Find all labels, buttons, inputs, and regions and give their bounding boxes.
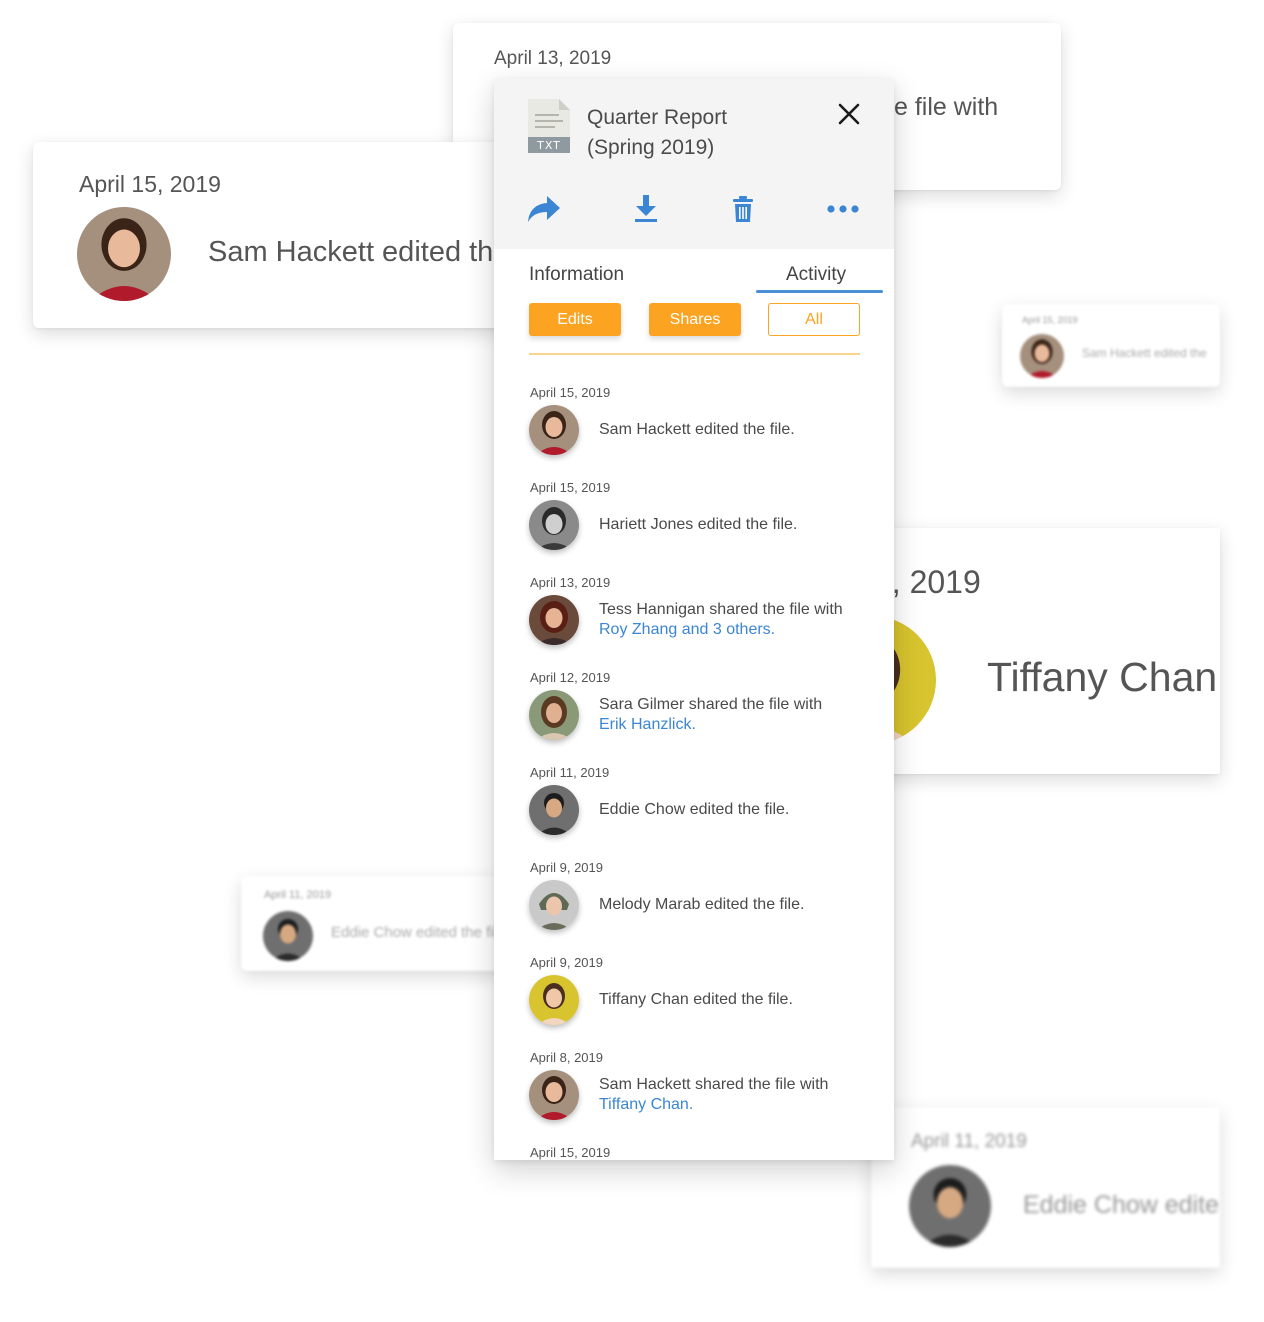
list-item[interactable]: April 15, 2019 Hariett Jones edited the … xyxy=(494,472,894,567)
card-text: e file with xyxy=(894,93,999,121)
download-button[interactable] xyxy=(626,189,666,229)
activity-text: Sam Hackett edited the file. xyxy=(599,421,795,438)
list-item[interactable]: April 12, 2019 Sara Gilmer shared the fi… xyxy=(494,662,894,757)
more-icon xyxy=(827,205,859,213)
background-activity-card: 9, 2019 Tiffany Chan xyxy=(878,528,1220,774)
stage: April 13, 2019 e file with April 15, 201… xyxy=(0,0,1264,1322)
title-line: (Spring 2019) xyxy=(587,136,715,159)
avatar xyxy=(529,690,579,740)
avatar xyxy=(529,880,579,930)
delete-button[interactable] xyxy=(723,189,763,229)
more-options-button[interactable] xyxy=(823,189,863,229)
activity-description: Tess Hannigan shared the file with xyxy=(599,601,843,618)
close-icon xyxy=(838,103,860,125)
list-item[interactable]: April 11, 2019 Eddie Chow edited the fil… xyxy=(494,757,894,852)
card-date: April 13, 2019 xyxy=(494,48,612,69)
card-text: Eddie Chow edite xyxy=(1023,1191,1219,1219)
avatar xyxy=(263,911,313,961)
filter-shares-button[interactable]: Shares xyxy=(649,303,741,336)
activity-text: Hariett Jones edited the file. xyxy=(599,516,798,533)
activity-list: April 15, 2019 Sam Hackett edited the fi… xyxy=(494,377,894,1160)
activity-date: April 13, 2019 xyxy=(530,575,611,590)
card-text: Eddie Chow edited the file xyxy=(331,924,503,941)
avatar xyxy=(529,975,579,1025)
card-date: April 11, 2019 xyxy=(264,889,332,901)
list-item[interactable]: April 8, 2019 Sam Hackett shared the fil… xyxy=(494,1042,894,1137)
active-tab-indicator xyxy=(756,290,883,293)
activity-text: Sam Hackett shared the file with Tiffany… xyxy=(599,1075,879,1115)
list-item[interactable]: April 15, 2019 Sam Hackett edited the fi… xyxy=(494,377,894,472)
avatar xyxy=(529,785,579,835)
activity-date: April 15, 2019 xyxy=(530,480,611,495)
activity-date: April 9, 2019 xyxy=(530,955,603,970)
share-icon xyxy=(528,196,560,222)
activity-text: Melody Marab edited the file. xyxy=(599,896,805,913)
panel-tabs: Information Activity xyxy=(494,249,894,299)
avatar xyxy=(529,595,579,645)
shared-with-link[interactable]: Erik Hanzlick. xyxy=(599,715,879,735)
card-date: April 15, 2019 xyxy=(79,171,221,197)
avatar xyxy=(1020,334,1064,378)
filter-all-button[interactable]: All xyxy=(768,303,860,336)
avatar xyxy=(909,1165,991,1247)
background-activity-card: April 11, 2019 Eddie Chow edite xyxy=(871,1107,1220,1268)
activity-date: April 8, 2019 xyxy=(530,1050,603,1065)
list-item[interactable]: April 9, 2019 Melody Marab edited the fi… xyxy=(494,852,894,947)
action-toolbar xyxy=(494,189,894,229)
activity-text: Tiffany Chan edited the file. xyxy=(599,991,793,1008)
avatar xyxy=(529,405,579,455)
background-activity-card: April 15, 2019 Sam Hackett edited th xyxy=(33,142,513,328)
title-line: Quarter Report xyxy=(587,106,728,129)
divider xyxy=(529,353,860,355)
activity-text: Eddie Chow edited the file. xyxy=(599,801,790,818)
txt-file-icon: TXT xyxy=(528,99,570,153)
shared-with-link[interactable]: Roy Zhang and 3 others. xyxy=(599,620,879,640)
tab-information[interactable]: Information xyxy=(529,264,624,286)
trash-icon xyxy=(733,196,753,222)
avatar xyxy=(529,500,579,550)
card-date: April 15, 2019 xyxy=(1022,315,1078,325)
activity-text: Tess Hannigan shared the file with Roy Z… xyxy=(599,600,879,640)
activity-filters: Edits Shares All xyxy=(494,303,894,339)
background-activity-card: April 15, 2019 Sam Hackett edited the xyxy=(1002,304,1220,387)
file-type-label: TXT xyxy=(536,139,561,152)
panel-header: TXT Quarter Report (Spring 2019) xyxy=(494,79,894,249)
share-button[interactable] xyxy=(524,189,564,229)
filter-edits-button[interactable]: Edits xyxy=(529,303,621,336)
download-icon xyxy=(635,195,657,222)
list-item[interactable]: April 13, 2019 Tess Hannigan shared the … xyxy=(494,567,894,662)
activity-date: April 15, 2019 xyxy=(530,1145,611,1160)
activity-text: Sara Gilmer shared the file with Erik Ha… xyxy=(599,695,879,735)
tab-activity[interactable]: Activity xyxy=(786,264,846,286)
avatar xyxy=(529,1070,579,1120)
card-date: April 11, 2019 xyxy=(911,1131,1027,1152)
list-item[interactable]: April 9, 2019 Tiffany Chan edited the fi… xyxy=(494,947,894,1042)
card-text: Sam Hackett edited the xyxy=(1082,346,1207,360)
card-text: Tiffany Chan xyxy=(987,654,1218,700)
background-activity-card: April 11, 2019 Eddie Chow edited the fil… xyxy=(241,876,503,971)
shared-with-link[interactable]: Tiffany Chan. xyxy=(599,1095,879,1115)
close-button[interactable] xyxy=(834,99,864,129)
activity-date: April 15, 2019 xyxy=(530,385,611,400)
card-text: Sam Hackett edited th xyxy=(208,236,494,268)
activity-date: April 9, 2019 xyxy=(530,860,603,875)
avatar xyxy=(77,207,171,301)
activity-description: Sam Hackett shared the file with xyxy=(599,1076,829,1093)
activity-date: April 12, 2019 xyxy=(530,670,611,685)
file-details-panel: TXT Quarter Report (Spring 2019) Informa… xyxy=(494,79,894,1160)
panel-title: Quarter Report (Spring 2019) xyxy=(587,103,797,163)
activity-description: Sara Gilmer shared the file with xyxy=(599,696,823,713)
activity-date: April 11, 2019 xyxy=(530,765,610,780)
list-item[interactable]: April 15, 2019 xyxy=(494,1137,894,1160)
